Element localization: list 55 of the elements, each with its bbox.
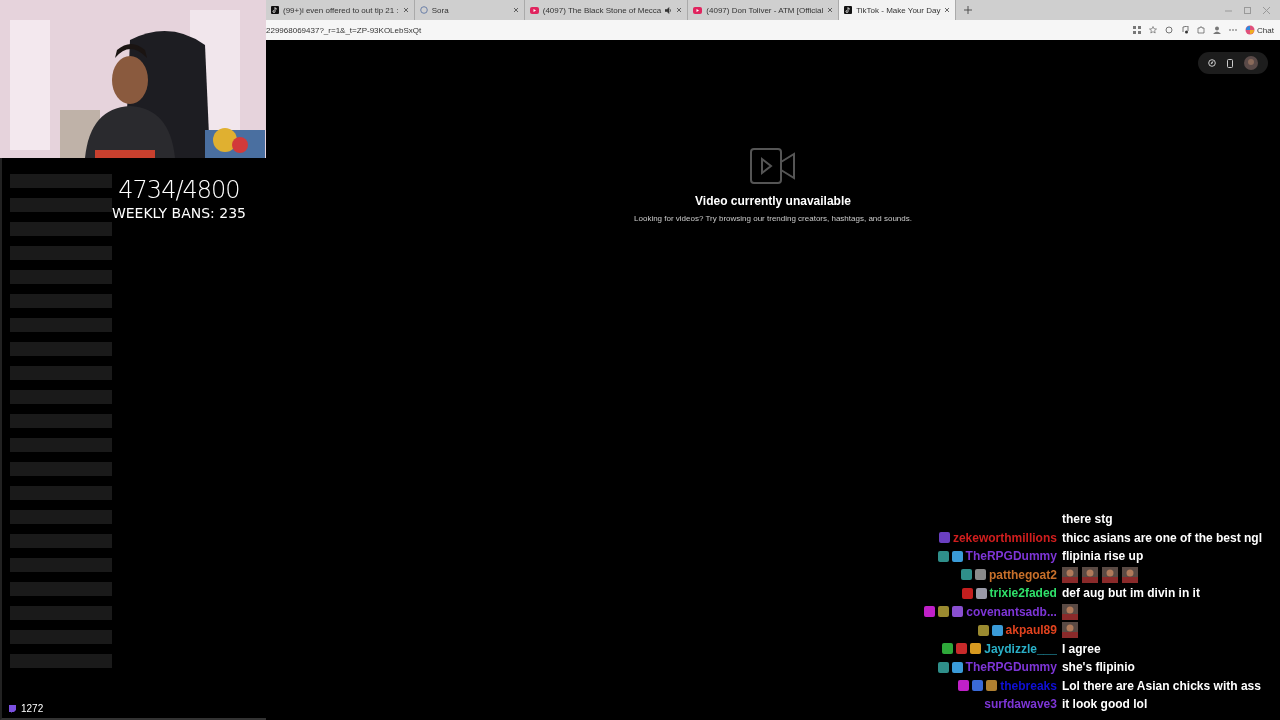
note-icon [844, 6, 853, 14]
chat-message: she's flipinio [1061, 660, 1135, 674]
video-camera-icon [750, 148, 796, 184]
chat-message: thicc asians are one of the best ngl [1061, 530, 1262, 545]
apps-icon[interactable] [1133, 26, 1142, 34]
emote-icon [1061, 603, 1078, 620]
chat-bubble-icon [8, 703, 17, 713]
chat-message: it look good lol [1061, 697, 1148, 711]
browser-tab[interactable]: TikTok - Make Your Day [839, 0, 957, 20]
chat-username: thebreaks [1000, 678, 1057, 693]
note-icon [271, 6, 279, 14]
close-icon[interactable] [512, 7, 519, 13]
viewer-count: 1272 [21, 702, 44, 714]
close-icon[interactable] [402, 7, 409, 13]
emote-icon [1061, 566, 1078, 583]
chat-username: TheRPGDummy [965, 549, 1057, 563]
refresh-icon[interactable] [1165, 26, 1174, 34]
notice-text: Looking for videos? Try browsing our trending creators, hashtags, and sounds. [634, 214, 912, 223]
chat-message: def aug but im divin in it [1061, 586, 1200, 600]
chat-message: Lol there are Asian chicks with ass [1061, 678, 1261, 693]
close-icon[interactable] [944, 7, 951, 13]
play-icon [693, 6, 703, 14]
avatar-icon[interactable] [1244, 56, 1259, 70]
chat-username: akpaul89 [1005, 623, 1057, 637]
profile-icon[interactable] [1213, 26, 1222, 34]
emote-icon [1121, 566, 1138, 583]
chat-username: trixie2faded [989, 586, 1057, 600]
chat-button[interactable]: Chat [1245, 25, 1274, 35]
chat-username: surfdawave3 [984, 697, 1057, 711]
star-icon[interactable] [1149, 26, 1158, 34]
music-icon[interactable] [1181, 26, 1190, 34]
play-icon [529, 6, 539, 14]
address-field[interactable]: 229968069437?_r=1&_t=ZP-93KOLebSxQt [266, 25, 1126, 35]
emote-icon [1081, 566, 1098, 583]
close-icon[interactable] [827, 7, 834, 13]
weekly-bans: WEEKLY BANS: 235 [111, 206, 246, 220]
chat-message: I agree [1061, 641, 1101, 656]
chat-message: flipinia rise up [1061, 549, 1144, 563]
chat-username: covenantsadb... [966, 604, 1057, 619]
chat-username: TheRPGDummy [965, 660, 1057, 674]
copilot-icon [1245, 25, 1256, 35]
notice-title: Video currently unavailable [695, 194, 851, 208]
chat-username: Jaydizzle___ [984, 641, 1057, 656]
chat-username: patthegoat2 [988, 567, 1057, 582]
compass-icon[interactable] [1207, 59, 1216, 67]
ban-counter: 4734/4800 [118, 178, 240, 202]
emote-icon [1061, 622, 1078, 638]
close-icon[interactable] [676, 7, 683, 13]
chat-message: there stg [1061, 512, 1113, 526]
phone-icon[interactable] [1227, 58, 1233, 68]
ring-icon [419, 6, 428, 14]
chat-username: zekeworthmillions [952, 530, 1057, 545]
speaker-icon[interactable] [665, 6, 673, 14]
emote-icon [1101, 566, 1118, 583]
new-tab-icon[interactable] [964, 6, 973, 14]
